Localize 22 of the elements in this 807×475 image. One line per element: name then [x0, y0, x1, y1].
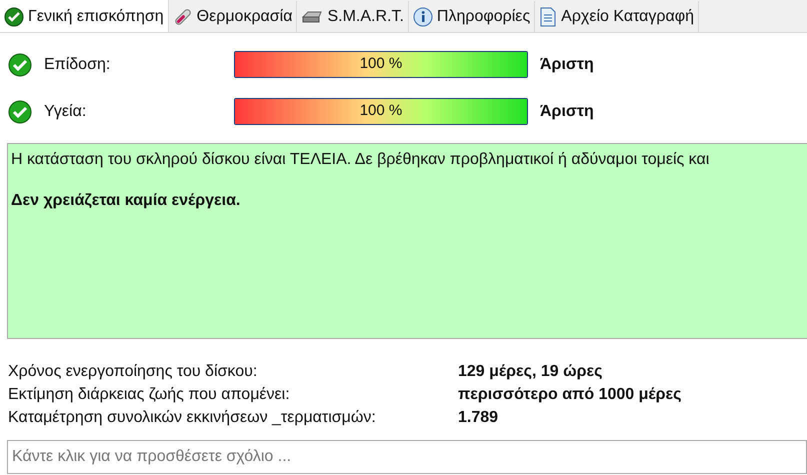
meter-label: Επίδοση: — [44, 54, 112, 74]
meter-label: Υγεία: — [44, 102, 88, 122]
detail-label: Καταμέτρηση συνολικών εκκινήσεων _τερματισμών: — [8, 408, 377, 428]
status-action: Δεν χρειάζεται καμία ενέργεια. — [11, 191, 242, 211]
drive-icon — [301, 9, 324, 25]
detail-label: Χρόνος ενεργοποίησης του δίσκου: — [8, 362, 258, 382]
check-icon — [4, 6, 24, 26]
status-message: Η κατάσταση του σκληρού δίσκου είναι ΤΕΛΕΙΑ. Δε βρέθηκαν προβληματικοί ή αδύναμοι τομείς και — [11, 150, 710, 170]
check-icon — [8, 52, 32, 76]
detail-value: 129 μέρες, 19 ώρες — [458, 362, 602, 382]
tab[interactable]: Γενική επισκόπηση — [0, 0, 169, 32]
detail-value: περισσότερο από 1000 μέρες — [458, 385, 682, 405]
meter-reading: 100 % — [358, 101, 404, 122]
check-icon — [8, 100, 32, 124]
meter-rating: Άριστη — [540, 102, 594, 122]
document-icon — [539, 7, 558, 27]
detail-value: 1.789 — [458, 408, 498, 428]
info-icon — [412, 7, 433, 27]
comment-field[interactable]: Κάντε κλικ για να προσθέσετε σχόλιο ... — [7, 440, 807, 474]
meter-rating: Άριστη — [540, 54, 594, 74]
meter-reading: 100 % — [358, 54, 404, 74]
detail-label: Εκτίμηση διάρκειας ζωής που απομένει: — [8, 385, 291, 405]
